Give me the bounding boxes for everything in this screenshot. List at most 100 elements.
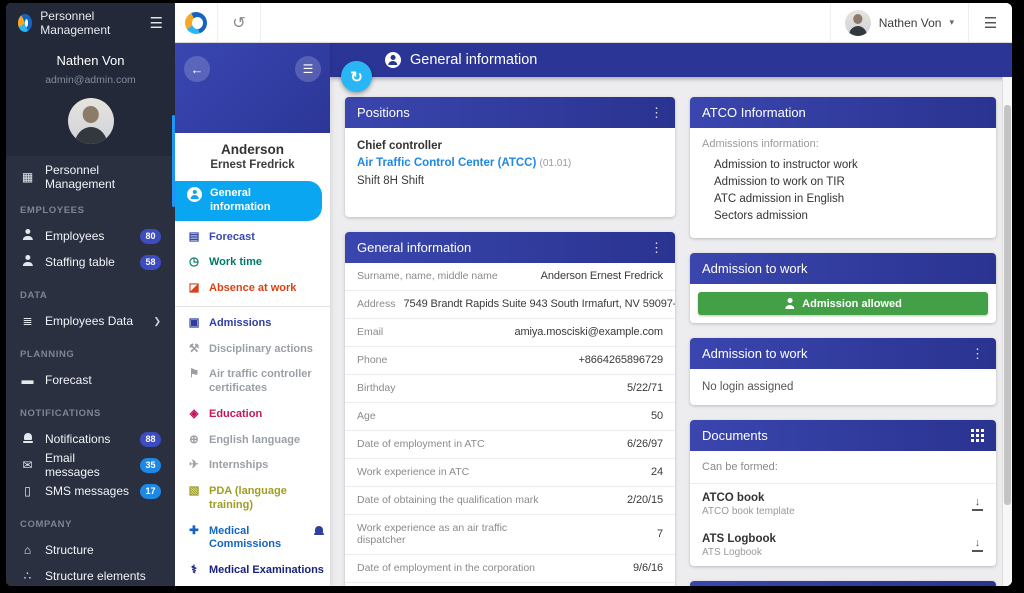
atco-card: ATCO Information Admissions information:… bbox=[690, 97, 996, 238]
info-row-work-experience-as-an-air-traffic-dispatcher: Work experience as an air traffic dispat… bbox=[345, 515, 675, 555]
person-icon bbox=[20, 229, 35, 244]
employee-given-names: Ernest Fredrick bbox=[175, 159, 330, 179]
phone-icon: ▯ bbox=[20, 484, 35, 498]
refresh-button[interactable]: ↻ bbox=[341, 61, 372, 92]
tab-admissions[interactable]: ▣ Admissions bbox=[175, 311, 330, 337]
admission-allowed-label: Admission allowed bbox=[802, 298, 902, 310]
chevron-right-icon: ❯ bbox=[153, 316, 161, 327]
tab-medical-examinations[interactable]: ⚕ Medical Examinations bbox=[175, 558, 330, 584]
left-sidebar-header: Personnel Management ☰ bbox=[6, 3, 175, 43]
info-row-birthday: Birthday 5/22/71 bbox=[345, 375, 675, 403]
plane-icon: ✈ bbox=[187, 458, 201, 472]
tab-forecast[interactable]: ▤ Forecast bbox=[175, 225, 330, 251]
education-icon: ◈ bbox=[187, 407, 201, 421]
tab-general-information[interactable]: General information bbox=[175, 181, 322, 221]
main-scrollbar[interactable] bbox=[1002, 77, 1012, 586]
admission-allowed-card: Admission to work Admission allowed bbox=[690, 253, 996, 323]
sidebar-item-staffing-table[interactable]: Staffing table58 bbox=[6, 249, 175, 275]
monitor-icon: ▣ bbox=[187, 316, 201, 330]
count-badge: 80 bbox=[140, 229, 161, 244]
atco-intro: Admissions information: bbox=[702, 138, 984, 150]
documents-intro: Can be formed: bbox=[690, 451, 996, 484]
count-badge: 58 bbox=[140, 255, 161, 270]
admission-login-card-title: Admission to work bbox=[702, 346, 807, 361]
back-button[interactable]: ← bbox=[184, 56, 210, 82]
globe-icon: ⊕ bbox=[187, 433, 201, 447]
med_staff-icon: ⚕ bbox=[187, 563, 201, 577]
main-scrollbar-thumb[interactable] bbox=[1004, 105, 1011, 505]
pda_lang-icon: ▧ bbox=[187, 484, 201, 498]
tab-education[interactable]: ◈ Education bbox=[175, 402, 330, 428]
document-row-ats-logbook: ATS Logbook ATS Logbook bbox=[690, 525, 996, 566]
atco-items: Admission to instructor workAdmission to… bbox=[702, 156, 984, 224]
kebab-menu-icon[interactable]: ⋮ bbox=[650, 241, 663, 254]
admission-card-title: Admission to work bbox=[702, 261, 807, 276]
info-row-address: Address 7549 Brandt Rapids Suite 943 Sou… bbox=[345, 291, 675, 319]
page-header: General information bbox=[330, 43, 1012, 77]
admission-allowed-button[interactable]: Admission allowed bbox=[698, 292, 988, 315]
grid-icon[interactable] bbox=[971, 429, 984, 442]
info-row-date-of-employment-in-the-corporation: Date of employment in the corporation 9/… bbox=[345, 555, 675, 583]
history-button[interactable]: ↺ bbox=[218, 3, 261, 42]
tab-absence-at-work[interactable]: ◪ Absence at work bbox=[175, 276, 330, 302]
sidebar-item-email-messages[interactable]: ✉Email messages35 bbox=[6, 452, 175, 478]
atco-item: Sectors admission bbox=[702, 207, 984, 224]
info-row-surname-name-middle-name: Surname, name, middle name Anderson Erne… bbox=[345, 263, 675, 291]
person-check-icon bbox=[784, 298, 795, 309]
bell-icon bbox=[20, 432, 35, 446]
atco-item: Admission to work on TIR bbox=[702, 173, 984, 190]
tab-air-traffic-controller-certificates[interactable]: ⚑ Air traffic controller certificates bbox=[175, 362, 330, 402]
dashboard-icon: ▦ bbox=[20, 170, 35, 184]
sidebar-item-sms-messages[interactable]: ▯SMS messages17 bbox=[6, 478, 175, 504]
employee-menu-button[interactable]: ☰ bbox=[295, 56, 321, 82]
tab-work-time[interactable]: ◷ Work time bbox=[175, 250, 330, 276]
sidebar-item-forecast[interactable]: ▬Forecast bbox=[6, 367, 175, 393]
sidebar-item-employees[interactable]: Employees80 bbox=[6, 223, 175, 249]
sidebar-item-notifications[interactable]: Notifications88 bbox=[6, 426, 175, 452]
info-row-date-of-employment-in-atc: Date of employment in ATC 6/26/97 bbox=[345, 431, 675, 459]
main-area: General information ↻ Positions ⋮ Chief … bbox=[330, 43, 1012, 586]
person-icon bbox=[20, 255, 35, 270]
tab-pda-language-training[interactable]: ▧ PDA (language training) bbox=[175, 479, 330, 519]
current-user-block: Nathen Von admin@admin.com bbox=[6, 43, 175, 156]
count-badge: 35 bbox=[140, 458, 161, 473]
topbar-menu-button[interactable]: ☰ bbox=[968, 3, 1012, 42]
position-shift: Shift 8H Shift bbox=[357, 173, 663, 190]
sidebar-item-structure-elements[interactable]: ∴Structure elements bbox=[6, 563, 175, 586]
person-icon bbox=[187, 187, 202, 202]
kebab-menu-icon[interactable]: ⋮ bbox=[971, 347, 984, 360]
current-user-avatar[interactable] bbox=[68, 98, 114, 144]
building-icon: ⌂ bbox=[20, 543, 35, 557]
tab-disciplinary-actions[interactable]: ⚒ Disciplinary actions bbox=[175, 337, 330, 363]
sidebar-item-personnel-management[interactable]: ▦Personnel Management bbox=[6, 164, 175, 190]
admission-login-card: Admission to work ⋮ No login assigned bbox=[690, 338, 996, 405]
sidebar-item-structure[interactable]: ⌂Structure bbox=[6, 537, 175, 563]
left-sidebar-nav: ▦Personnel ManagementEMPLOYEESEmployees8… bbox=[6, 156, 175, 586]
sidebar-section-notifications: NOTIFICATIONS bbox=[6, 393, 175, 426]
kebab-menu-icon[interactable]: ⋮ bbox=[650, 106, 663, 119]
position-org: Air Traffic Control Center (ATCC) (01.01… bbox=[357, 155, 663, 172]
info-row-age: Age 50 bbox=[345, 403, 675, 431]
atco-item: Admission to instructor work bbox=[702, 156, 984, 173]
tab-medical-commissions[interactable]: ✚ Medical Commissions bbox=[175, 519, 330, 559]
menu-divider bbox=[175, 306, 330, 307]
sidebar-item-employees-data[interactable]: ≣Employees Data❯ bbox=[6, 308, 175, 334]
org-link[interactable]: Air Traffic Control Center (ATCC) bbox=[357, 157, 536, 169]
user-menu[interactable]: Nathen Von ▾ bbox=[830, 3, 968, 42]
download-icon[interactable] bbox=[971, 498, 984, 511]
document-row-atco-book: ATCO book ATCO book template bbox=[690, 484, 996, 525]
forecast-icon: ▤ bbox=[187, 230, 201, 244]
tab-special-knowledges[interactable]: ◩ Special knowledges bbox=[175, 584, 330, 586]
hamburger-icon: ☰ bbox=[303, 62, 314, 76]
app-window: Personnel Management ☰ Nathen Von admin@… bbox=[6, 3, 1012, 586]
download-icon[interactable] bbox=[971, 539, 984, 552]
home-logo-button[interactable] bbox=[175, 3, 218, 42]
tab-english-language[interactable]: ⊕ English language bbox=[175, 428, 330, 454]
left-sidebar: Personnel Management ☰ Nathen Von admin@… bbox=[6, 3, 175, 586]
general-info-card-title: General information bbox=[357, 240, 471, 255]
tab-internships[interactable]: ✈ Internships bbox=[175, 453, 330, 479]
hamburger-icon[interactable]: ☰ bbox=[150, 14, 163, 32]
hammer-icon: ⚒ bbox=[187, 342, 201, 356]
history-icon: ↺ bbox=[232, 13, 245, 33]
topbar: ↺ Nathen Von ▾ ☰ bbox=[175, 3, 1012, 43]
